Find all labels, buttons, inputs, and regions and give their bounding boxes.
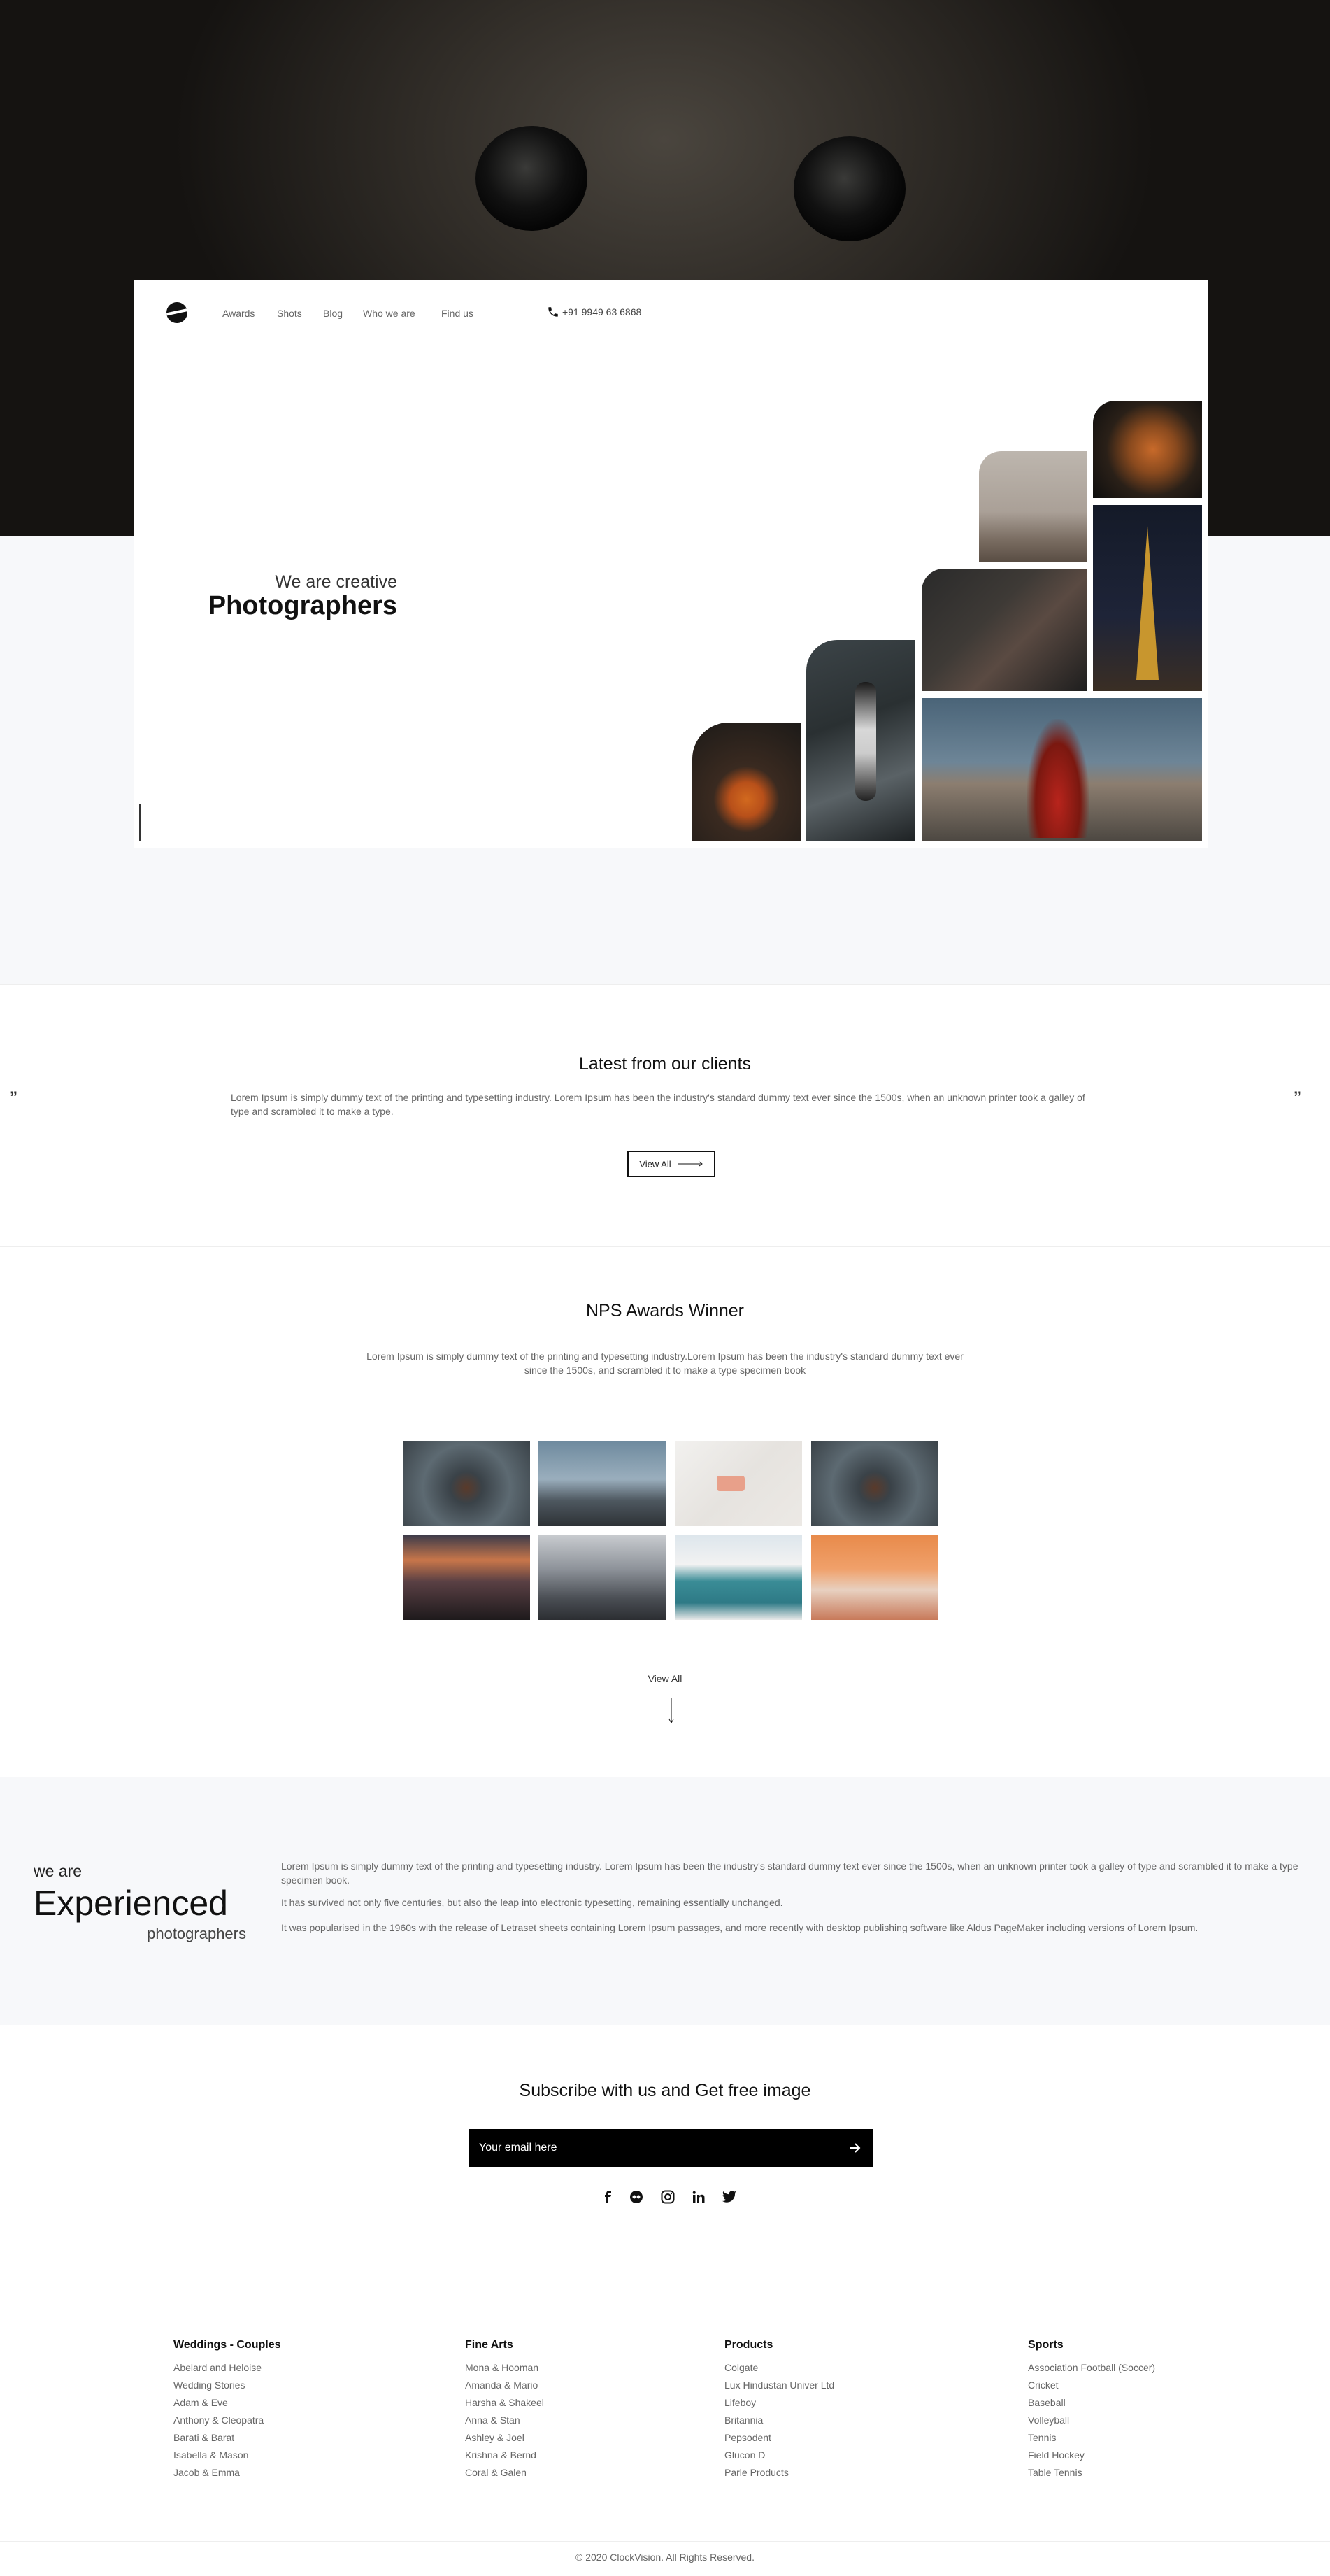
footer-link[interactable]: Colgate — [724, 2362, 834, 2373]
nav-blog[interactable]: Blog — [323, 308, 343, 319]
footer-column-weddings: Weddings - Couples Abelard and Heloise W… — [173, 2339, 280, 2484]
footer-link[interactable]: Ashley & Joel — [465, 2432, 544, 2443]
nav-shots[interactable]: Shots — [277, 308, 302, 319]
linkedin-icon[interactable] — [691, 2189, 706, 2205]
monkey-eye-right — [794, 136, 906, 241]
footer-link[interactable]: Jacob & Emma — [173, 2467, 280, 2478]
experience-subheading: photographers — [147, 1925, 246, 1942]
experience-paragraph-2: It has survived not only five centuries,… — [281, 1897, 783, 1908]
photo-woman-sitting[interactable] — [806, 640, 915, 841]
nav-awards[interactable]: Awards — [222, 308, 255, 319]
footer-link[interactable]: Mona & Hooman — [465, 2362, 544, 2373]
footer-link[interactable]: Lifeboy — [724, 2397, 834, 2408]
award-photo-5[interactable] — [403, 1535, 530, 1620]
experience-paragraph-3: It was popularised in the 1960s with the… — [281, 1922, 1199, 1933]
footer-link[interactable]: Isabella & Mason — [173, 2449, 280, 2461]
monkey-eye-left — [475, 126, 587, 231]
hero-tagline-big: Photographers — [208, 591, 397, 620]
footer-link[interactable]: Pepsodent — [724, 2432, 834, 2443]
award-photo-4[interactable] — [811, 1441, 938, 1526]
footer-column-sports: Sports Association Football (Soccer) Cri… — [1028, 2339, 1155, 2484]
submit-arrow-icon[interactable] — [848, 2141, 862, 2155]
clients-view-all-button[interactable]: View All — [627, 1151, 715, 1177]
nav-find-us[interactable]: Find us — [441, 308, 473, 319]
copyright-text: © 2020 ClockVision. All Rights Reserved. — [575, 2552, 755, 2563]
clients-text: Lorem Ipsum is simply dummy text of the … — [231, 1092, 1085, 1118]
footer-column-title: Fine Arts — [465, 2339, 513, 2351]
awards-text: Lorem Ipsum is simply dummy text of the … — [366, 1351, 964, 1376]
footer-link[interactable]: Field Hockey — [1028, 2449, 1155, 2461]
arrow-right-icon — [678, 1161, 703, 1167]
footer-link[interactable]: Lux Hindustan Univer Ltd — [724, 2379, 834, 2391]
award-photo-3[interactable] — [675, 1441, 802, 1526]
phone-icon — [548, 307, 558, 317]
footer-link[interactable]: Association Football (Soccer) — [1028, 2362, 1155, 2373]
hero-tagline-small: We are creative — [275, 572, 397, 592]
photo-tiger[interactable] — [1093, 401, 1202, 498]
view-all-label: View All — [639, 1158, 671, 1169]
experience-heading: Experienced — [34, 1884, 228, 1923]
footer-column-products: Products Colgate Lux Hindustan Univer Lt… — [724, 2339, 834, 2484]
footer-link[interactable]: Baseball — [1028, 2397, 1155, 2408]
award-photo-1[interactable] — [403, 1441, 530, 1526]
award-photo-8[interactable] — [811, 1535, 938, 1620]
footer-link[interactable]: Harsha & Shakeel — [465, 2397, 544, 2408]
facebook-icon[interactable] — [600, 2189, 615, 2205]
photo-beach-figures[interactable] — [979, 451, 1087, 562]
nav-who-we-are[interactable]: Who we are — [363, 308, 415, 319]
instagram-icon[interactable] — [660, 2189, 675, 2205]
photo-couple-dancing[interactable] — [922, 698, 1202, 841]
awards-title: NPS Awards Winner — [585, 1301, 744, 1321]
twitter-icon[interactable] — [722, 2189, 737, 2205]
footer-link[interactable]: Anthony & Cleopatra — [173, 2414, 280, 2426]
award-photo-7[interactable] — [675, 1535, 802, 1620]
awards-view-all-link[interactable]: View All — [0, 1673, 1330, 1684]
footer-link[interactable]: Volleyball — [1028, 2414, 1155, 2426]
photo-eiffel-tower[interactable] — [1093, 505, 1202, 691]
footer-link[interactable]: Glucon D — [724, 2449, 834, 2461]
footer-link[interactable]: Adam & Eve — [173, 2397, 280, 2408]
quote-left-icon: ” — [10, 1088, 17, 1106]
photo-woman-lying[interactable] — [922, 569, 1087, 691]
email-input[interactable]: Your email here — [479, 2142, 557, 2154]
quote-right-icon: ” — [1294, 1088, 1301, 1106]
award-photo-6[interactable] — [538, 1535, 666, 1620]
footer-column-fine-arts: Fine Arts Mona & Hooman Amanda & Mario H… — [465, 2339, 544, 2484]
scroll-indicator — [139, 804, 141, 841]
arrow-down-icon[interactable] — [668, 1698, 675, 1724]
site-logo[interactable] — [166, 302, 187, 323]
footer-link[interactable]: Krishna & Bernd — [465, 2449, 544, 2461]
experience-paragraph-1: Lorem Ipsum is simply dummy text of the … — [281, 1860, 1299, 1886]
footer-link[interactable]: Parle Products — [724, 2467, 834, 2478]
footer-link[interactable]: Wedding Stories — [173, 2379, 280, 2391]
subscribe-form: Your email here — [469, 2129, 873, 2167]
footer-column-title: Products — [724, 2339, 773, 2351]
footer-link[interactable]: Anna & Stan — [465, 2414, 544, 2426]
clients-title: Latest from our clients — [579, 1054, 751, 1074]
photo-pumpkin[interactable] — [692, 723, 801, 841]
footer-link[interactable]: Britannia — [724, 2414, 834, 2426]
section-divider — [0, 1246, 1330, 1247]
phone-number: +91 9949 63 6868 — [562, 306, 642, 318]
flickr-icon[interactable] — [629, 2189, 644, 2205]
footer-column-title: Weddings - Couples — [173, 2339, 281, 2351]
phone-contact[interactable]: +91 9949 63 6868 — [547, 306, 641, 318]
footer-link[interactable]: Tennis — [1028, 2432, 1155, 2443]
footer-link[interactable]: Table Tennis — [1028, 2467, 1155, 2478]
footer-divider — [0, 2541, 1330, 2542]
footer-link[interactable]: Amanda & Mario — [465, 2379, 544, 2391]
experience-we-are: we are — [34, 1862, 83, 1880]
award-photo-2[interactable] — [538, 1441, 666, 1526]
subscribe-title: Subscribe with us and Get free image — [519, 2081, 811, 2100]
section-divider — [0, 984, 1330, 985]
footer-link[interactable]: Abelard and Heloise — [173, 2362, 280, 2373]
footer-column-title: Sports — [1028, 2339, 1064, 2351]
footer-link[interactable]: Coral & Galen — [465, 2467, 544, 2478]
footer-link[interactable]: Cricket — [1028, 2379, 1155, 2391]
footer-link[interactable]: Barati & Barat — [173, 2432, 280, 2443]
